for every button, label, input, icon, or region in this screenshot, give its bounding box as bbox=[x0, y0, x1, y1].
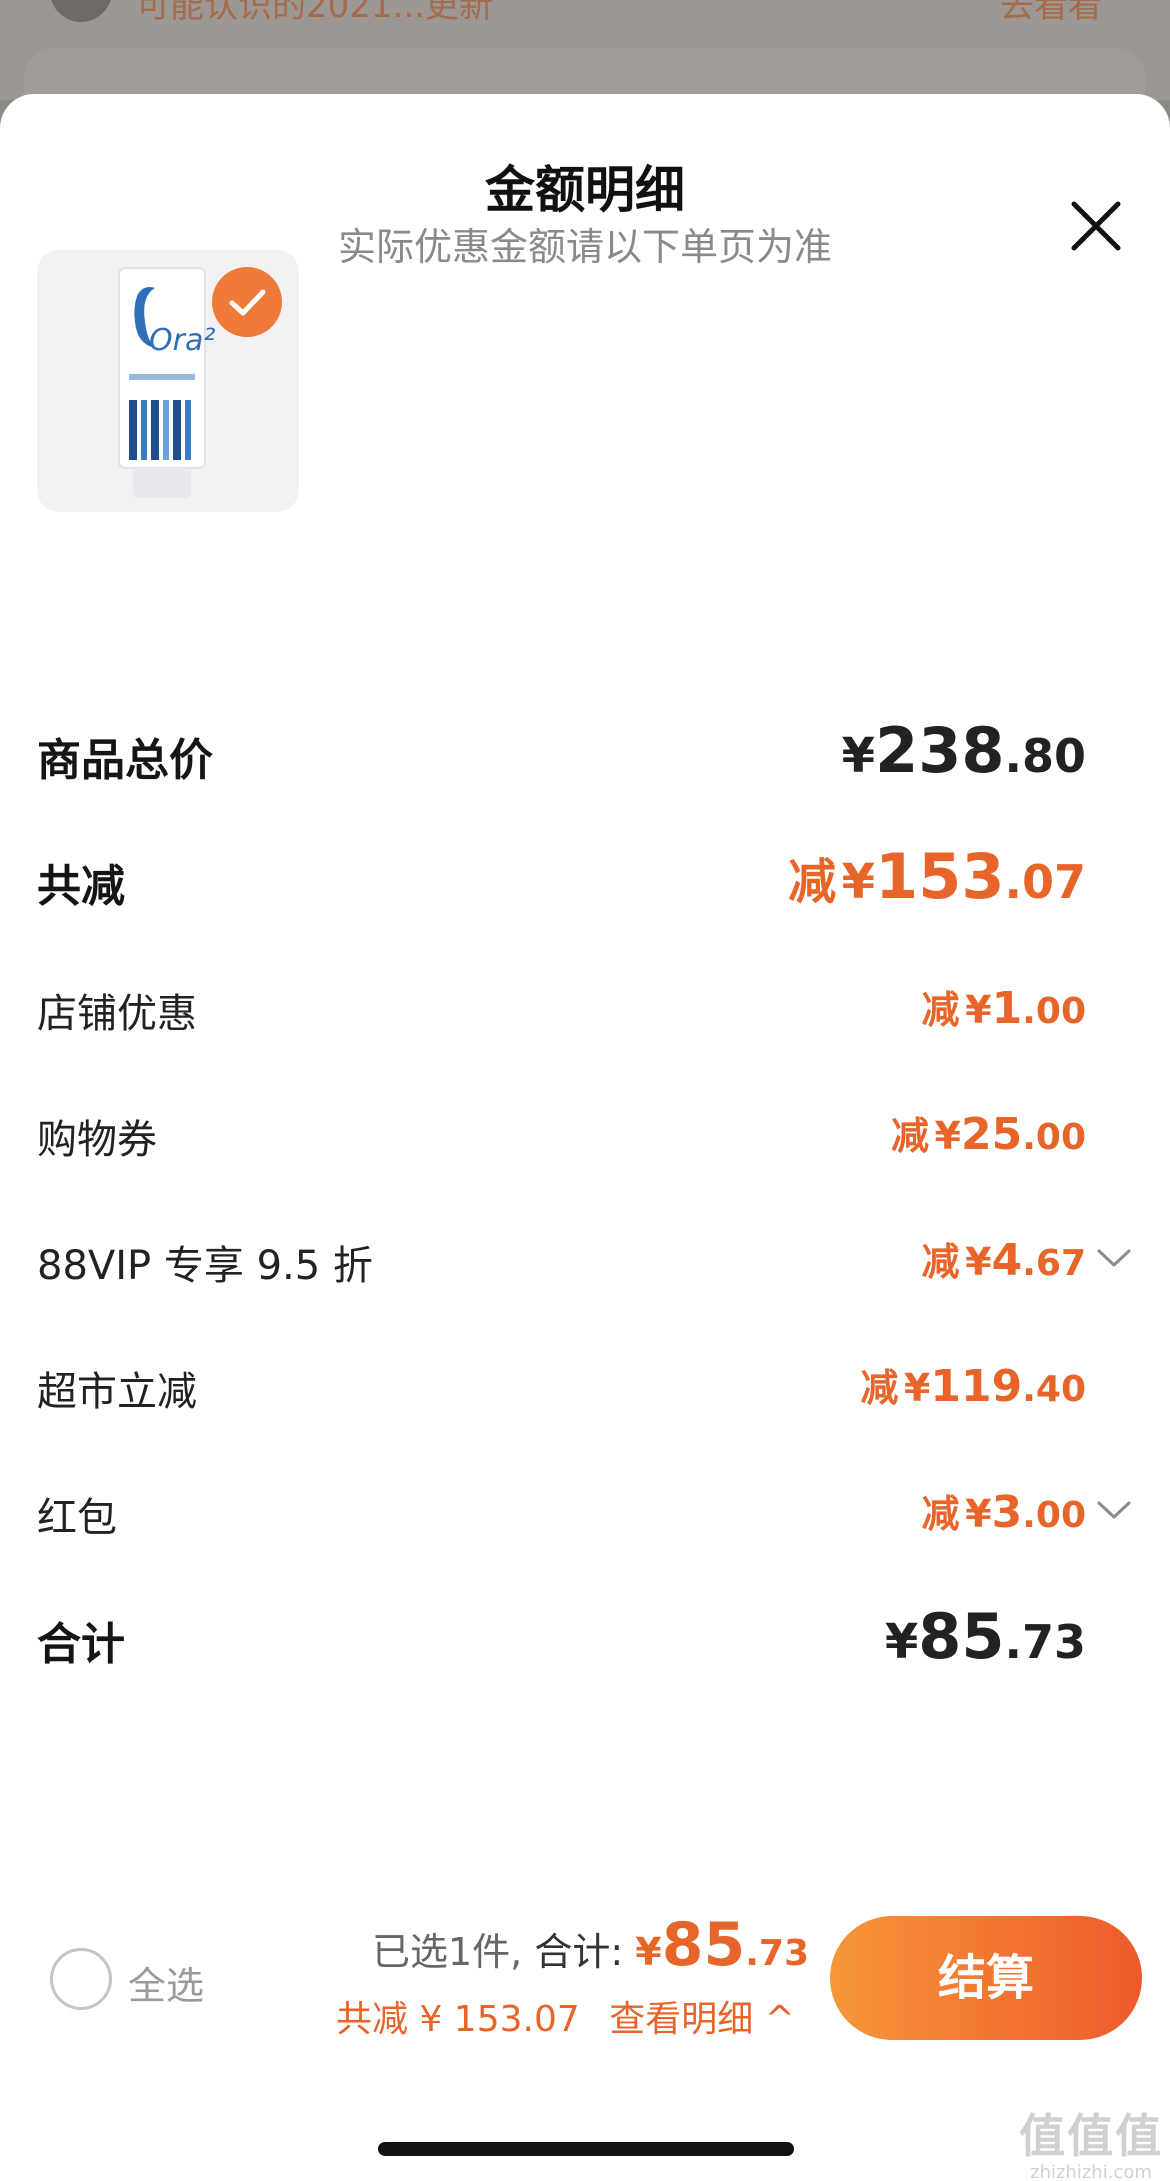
supermarket-discount-row: 超市立减 减 ¥119.40 bbox=[37, 1331, 1133, 1431]
row-label: 超市立减 bbox=[37, 1369, 197, 1415]
chevron-down-icon[interactable] bbox=[1095, 1497, 1133, 1523]
vip-discount-row[interactable]: 88VIP 专享 9.5 折 减 ¥4.67 bbox=[37, 1205, 1133, 1305]
goods-total-row: 商品总价 ¥238.80 bbox=[37, 700, 1133, 800]
row-label: 店铺优惠 bbox=[37, 991, 197, 1037]
row-label: 购物券 bbox=[37, 1117, 157, 1163]
total-discount-amount: 减 ¥153.07 bbox=[788, 840, 1086, 913]
total-discount-row: 共减 减 ¥153.07 bbox=[37, 826, 1133, 926]
supermarket-discount-amount: 减 ¥119.40 bbox=[860, 1361, 1086, 1412]
grand-total-amount: ¥85.73 bbox=[884, 1600, 1086, 1673]
product-selected-checkbox[interactable] bbox=[212, 267, 282, 337]
check-icon bbox=[229, 289, 266, 316]
close-button[interactable] bbox=[1058, 188, 1134, 264]
svg-text:Ora²: Ora² bbox=[149, 323, 215, 358]
home-indicator[interactable] bbox=[378, 2142, 794, 2156]
total-integer: 85 bbox=[661, 1910, 746, 1980]
coupon-amount: 减 ¥25.00 bbox=[890, 1109, 1086, 1160]
background-link: 去看看 bbox=[1000, 0, 1102, 26]
red-packet-row[interactable]: 红包 减 ¥3.00 bbox=[37, 1457, 1133, 1557]
row-label: 商品总价 bbox=[37, 735, 213, 786]
total-label: 合计: bbox=[534, 1930, 624, 1974]
checkout-button[interactable]: 结算 bbox=[830, 1916, 1142, 2040]
goods-total-amount: ¥238.80 bbox=[841, 714, 1086, 787]
watermark-main: 值值值 bbox=[1019, 2109, 1163, 2163]
coupon-row: 购物券 减 ¥25.00 bbox=[37, 1079, 1133, 1179]
total-currency: ¥ bbox=[635, 1930, 662, 1974]
total-decimal: .73 bbox=[745, 1933, 809, 1974]
sheet-title: 金额明细 bbox=[485, 161, 685, 219]
background-item-text: 可能认识的2021...更新 bbox=[136, 0, 493, 26]
watermark-logo: 值值值 zhizhizhi.com bbox=[1016, 2100, 1166, 2181]
selected-count: 已选1件, bbox=[372, 1930, 523, 1974]
discount-summary: 共减 ¥ 153.07 查看明细 ^ bbox=[336, 1990, 795, 2042]
discount-text: 共减 ¥ 153.07 bbox=[336, 1999, 580, 2040]
row-label: 共减 bbox=[37, 861, 125, 912]
view-detail-link[interactable]: 查看明细 ^ bbox=[609, 1999, 795, 2040]
vip-discount-amount: 减 ¥4.67 bbox=[921, 1235, 1086, 1286]
chevron-down-icon[interactable] bbox=[1095, 1245, 1133, 1271]
close-icon bbox=[1071, 201, 1121, 251]
store-discount-amount: 减 ¥1.00 bbox=[921, 983, 1086, 1034]
select-all-label[interactable]: 全选 bbox=[128, 1955, 204, 2010]
grand-total-row: 合计 ¥85.73 bbox=[37, 1584, 1133, 1684]
red-packet-amount: 减 ¥3.00 bbox=[921, 1487, 1086, 1538]
select-all-checkbox[interactable] bbox=[50, 1948, 112, 2010]
store-discount-row: 店铺优惠 减 ¥1.00 bbox=[37, 953, 1133, 1053]
watermark-sub: zhizhizhi.com bbox=[1030, 2162, 1152, 2181]
row-label: 合计 bbox=[37, 1619, 125, 1670]
selection-summary: 已选1件, 合计: ¥85.73 bbox=[372, 1910, 809, 1980]
row-label: 88VIP 专享 9.5 折 bbox=[37, 1243, 373, 1289]
row-label: 红包 bbox=[37, 1495, 117, 1541]
